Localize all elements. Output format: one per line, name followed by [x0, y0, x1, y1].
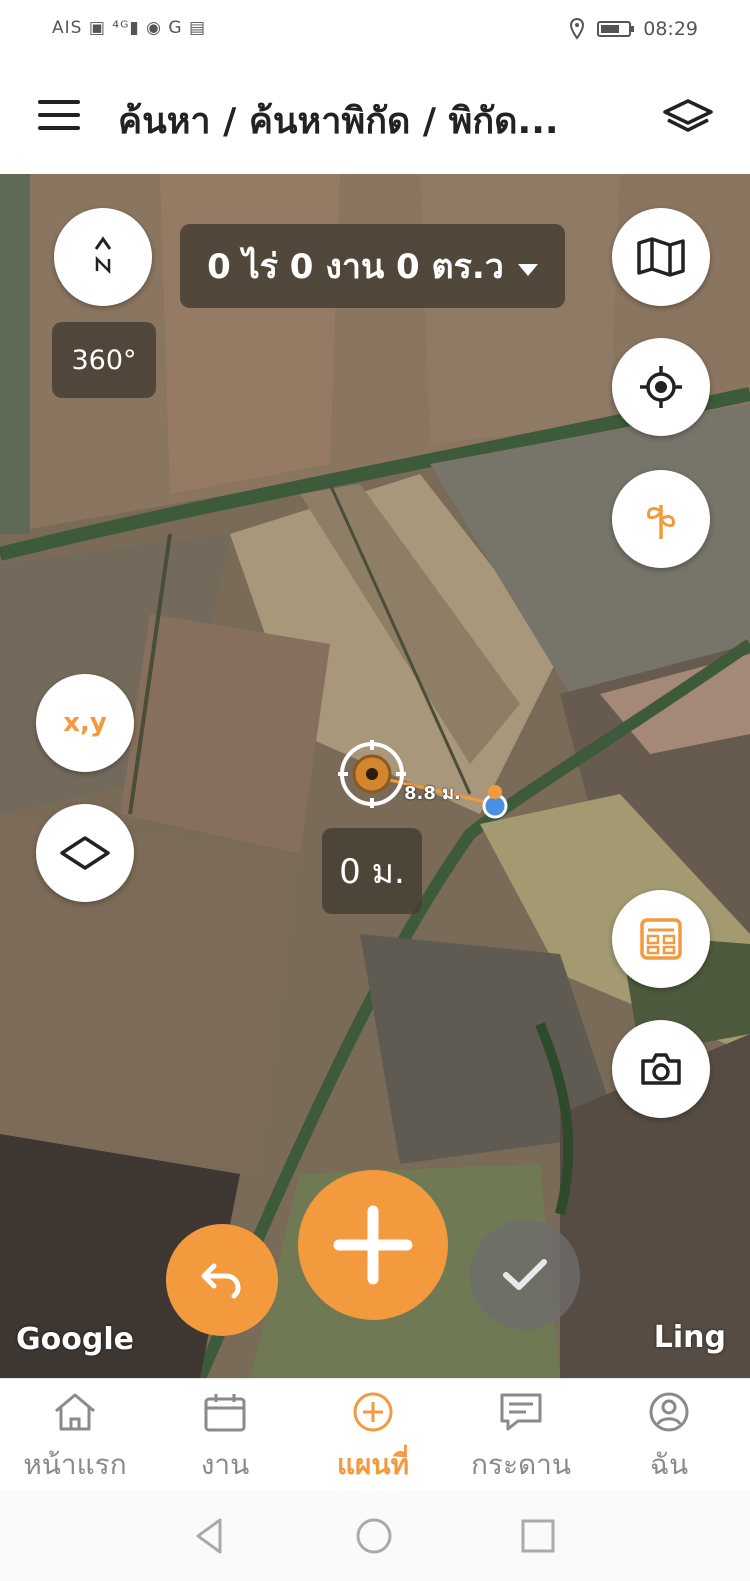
system-navigation	[0, 1490, 750, 1581]
map-type-button[interactable]	[612, 208, 710, 306]
plus-icon	[333, 1205, 413, 1285]
app-header: ค้นหา / ค้นหาพิกัด / พิกัด...	[0, 62, 750, 174]
nav-board-label: กระดาน	[470, 1448, 572, 1481]
confirm-button[interactable]	[470, 1220, 580, 1330]
calendar-icon	[204, 1394, 246, 1432]
plant-icon	[647, 505, 675, 539]
status-right: 08:29	[569, 18, 698, 40]
nav-map-label: แผนที่	[336, 1448, 410, 1481]
undo-button[interactable]	[166, 1224, 278, 1336]
plant-layer-button[interactable]	[612, 470, 710, 568]
page-title: ค้นหา / ค้นหาพิกัด / พิกัด...	[118, 101, 559, 142]
my-location-button[interactable]	[612, 338, 710, 436]
add-point-button[interactable]	[298, 1170, 448, 1320]
xy-label: x,y	[63, 708, 107, 738]
area-label: 0 ไร่ 0 งาน 0 ตร.ว	[207, 247, 504, 287]
crosshair-icon	[640, 366, 682, 408]
check-icon	[503, 1259, 547, 1290]
home-icon	[55, 1393, 95, 1431]
compass-icon	[94, 236, 112, 275]
nav-profile[interactable]: ฉัน	[594, 1391, 744, 1487]
menu-icon[interactable]	[38, 100, 80, 134]
bottom-navigation: หน้าแรก งาน แผนที่ กระดาน ฉัน	[0, 1378, 750, 1491]
nav-home[interactable]: หน้าแรก	[0, 1391, 150, 1487]
layers-icon[interactable]	[662, 98, 714, 138]
nav-home-label: หน้าแรก	[23, 1448, 127, 1481]
polygon-icon	[60, 836, 110, 870]
nav-profile-label: ฉัน	[649, 1448, 689, 1481]
board-icon	[500, 1393, 542, 1431]
back-icon[interactable]	[186, 1512, 234, 1560]
compass-button[interactable]	[54, 208, 152, 306]
camera-button[interactable]	[612, 1020, 710, 1118]
recents-icon[interactable]	[514, 1512, 562, 1560]
home-circle-icon[interactable]	[350, 1512, 398, 1560]
rotation-badge: 360°	[52, 322, 156, 398]
nav-board[interactable]: กระดาน	[446, 1391, 596, 1487]
camera-icon	[641, 1053, 681, 1085]
google-attribution: Google	[16, 1322, 134, 1357]
undo-icon	[201, 1263, 241, 1299]
distance-badge: 0 ม.	[322, 828, 422, 914]
status-time: 08:29	[643, 18, 698, 40]
status-bar: AIS ▣ ⁴ᴳ▮ ◉ G ▤ 08:29	[0, 0, 750, 62]
map-icon	[637, 237, 685, 277]
ling-attribution: Ling	[653, 1320, 726, 1355]
coordinate-button[interactable]: x,y	[36, 674, 134, 772]
status-indicators: AIS ▣ ⁴ᴳ▮ ◉ G ▤	[52, 18, 207, 38]
chevron-down-icon	[517, 264, 538, 276]
area-dropdown[interactable]: 0 ไร่ 0 งาน 0 ตร.ว	[180, 224, 565, 308]
measure-distance-label: 8.8 ม.	[404, 783, 461, 804]
location-icon	[570, 18, 585, 40]
add-circle-icon	[353, 1392, 393, 1432]
map-view[interactable]: 360° 0 ไร่ 0 งาน 0 ตร.ว x,y 8.8 ม. 0 ม. …	[0, 174, 750, 1378]
polygon-button[interactable]	[36, 804, 134, 902]
grid-panel-button[interactable]	[612, 890, 710, 988]
nav-map[interactable]: แผนที่	[298, 1391, 448, 1487]
battery-icon	[597, 21, 635, 37]
nav-tasks[interactable]: งาน	[150, 1391, 300, 1487]
panel-icon	[640, 918, 682, 960]
user-icon	[649, 1392, 689, 1432]
nav-tasks-label: งาน	[200, 1448, 250, 1481]
